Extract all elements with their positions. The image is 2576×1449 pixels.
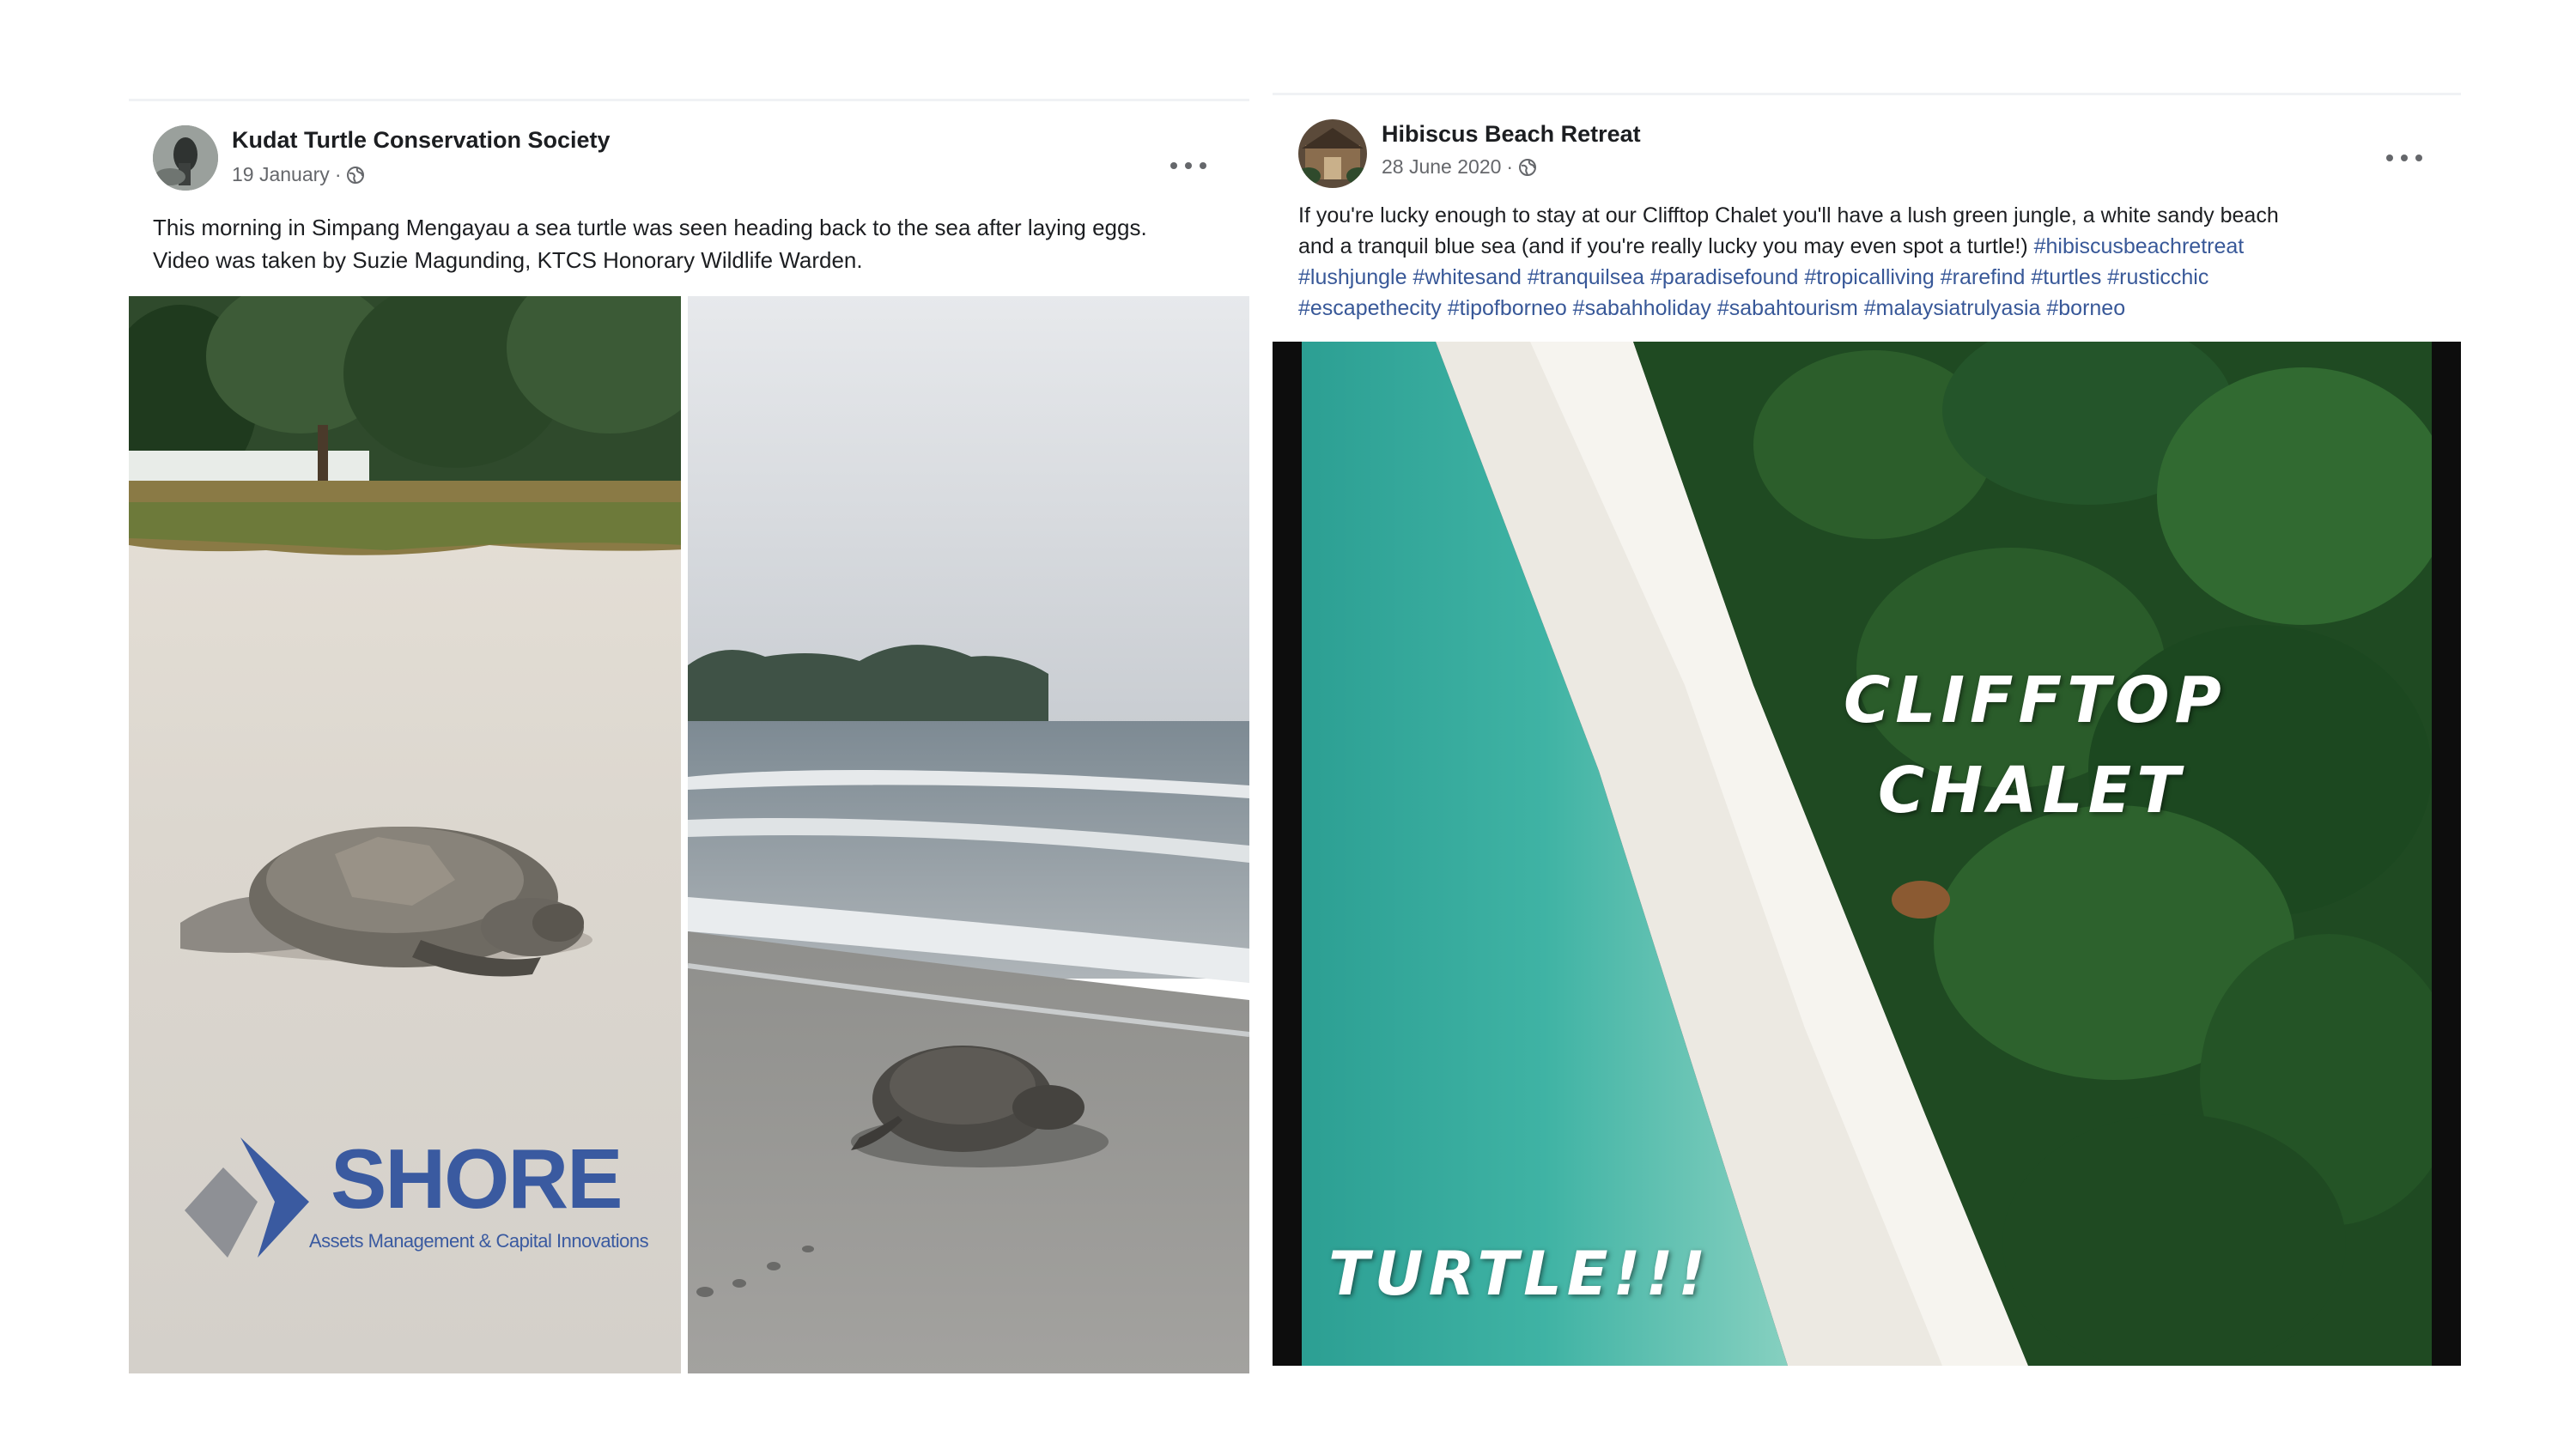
globe-icon bbox=[347, 166, 365, 184]
shore-logo-name: SHORE bbox=[331, 1131, 623, 1226]
meta-separator: · bbox=[334, 163, 342, 185]
post-header: Hibiscus Beach Retreat 28 June 2020 · If… bbox=[1273, 93, 2461, 344]
author-name[interactable]: Hibiscus Beach Retreat bbox=[1382, 121, 1641, 148]
post-text-line: This morning in Simpang Mengayau a sea t… bbox=[153, 215, 1147, 240]
shore-logo: SHORE Assets Management & Capital Innova… bbox=[180, 1120, 649, 1266]
overlay-clifftop: CLIFFTOP bbox=[1844, 664, 2227, 737]
author-name[interactable]: Kudat Turtle Conservation Society bbox=[232, 127, 611, 154]
shore-logo-tagline: Assets Management & Capital Innovations bbox=[309, 1230, 649, 1252]
post-meta: 28 June 2020 · bbox=[1382, 155, 1537, 179]
post-text: If you're lucky enough to stay at our Cl… bbox=[1298, 200, 2449, 324]
globe-icon bbox=[1519, 158, 1537, 176]
meta-separator: · bbox=[1506, 155, 1514, 178]
post-text: This morning in Simpang Mengayau a sea t… bbox=[153, 211, 1235, 276]
post-text-fragment: and a tranquil blue sea (and if you're r… bbox=[1298, 234, 2028, 258]
more-options-icon[interactable] bbox=[2386, 145, 2422, 171]
shore-logo-mark bbox=[185, 1137, 309, 1258]
avatar[interactable] bbox=[153, 125, 218, 191]
overlay-chalet: CHALET bbox=[1878, 754, 2185, 828]
post-text-line: Video was taken by Suzie Magunding, KTCS… bbox=[153, 247, 863, 273]
post-hibiscus: Hibiscus Beach Retreat 28 June 2020 · If… bbox=[1273, 93, 2461, 1367]
hashtag-link[interactable]: #hibiscusbeachretreat bbox=[2034, 234, 2245, 258]
more-options-icon[interactable] bbox=[1170, 153, 1206, 179]
post-meta: 19 January · bbox=[232, 163, 365, 186]
hashtag-line[interactable]: #escapethecity #tipofborneo #sabahholida… bbox=[1298, 293, 2449, 324]
post-header: Kudat Turtle Conservation Society 19 Jan… bbox=[129, 99, 1249, 299]
post-text-line: If you're lucky enough to stay at our Cl… bbox=[1298, 203, 2279, 227]
post-date[interactable]: 28 June 2020 bbox=[1382, 155, 1501, 179]
post-photo-turtle-beach[interactable]: SHORE Assets Management & Capital Innova… bbox=[129, 296, 684, 1373]
post-date[interactable]: 19 January bbox=[232, 163, 330, 186]
post-photo-clifftop-aerial[interactable]: CLIFFTOP CHALET TURTLE!!! bbox=[1273, 342, 2461, 1366]
avatar[interactable] bbox=[1298, 119, 1367, 188]
overlay-turtle: TURTLE!!! bbox=[1328, 1239, 1711, 1309]
post-text-line: and a tranquil blue sea (and if you're r… bbox=[1298, 231, 2449, 262]
post-photo-turtle-sea[interactable] bbox=[688, 296, 1249, 1373]
hashtag-line[interactable]: #lushjungle #whitesand #tranquilsea #par… bbox=[1298, 262, 2449, 293]
post-kudat: Kudat Turtle Conservation Society 19 Jan… bbox=[129, 99, 1249, 1373]
